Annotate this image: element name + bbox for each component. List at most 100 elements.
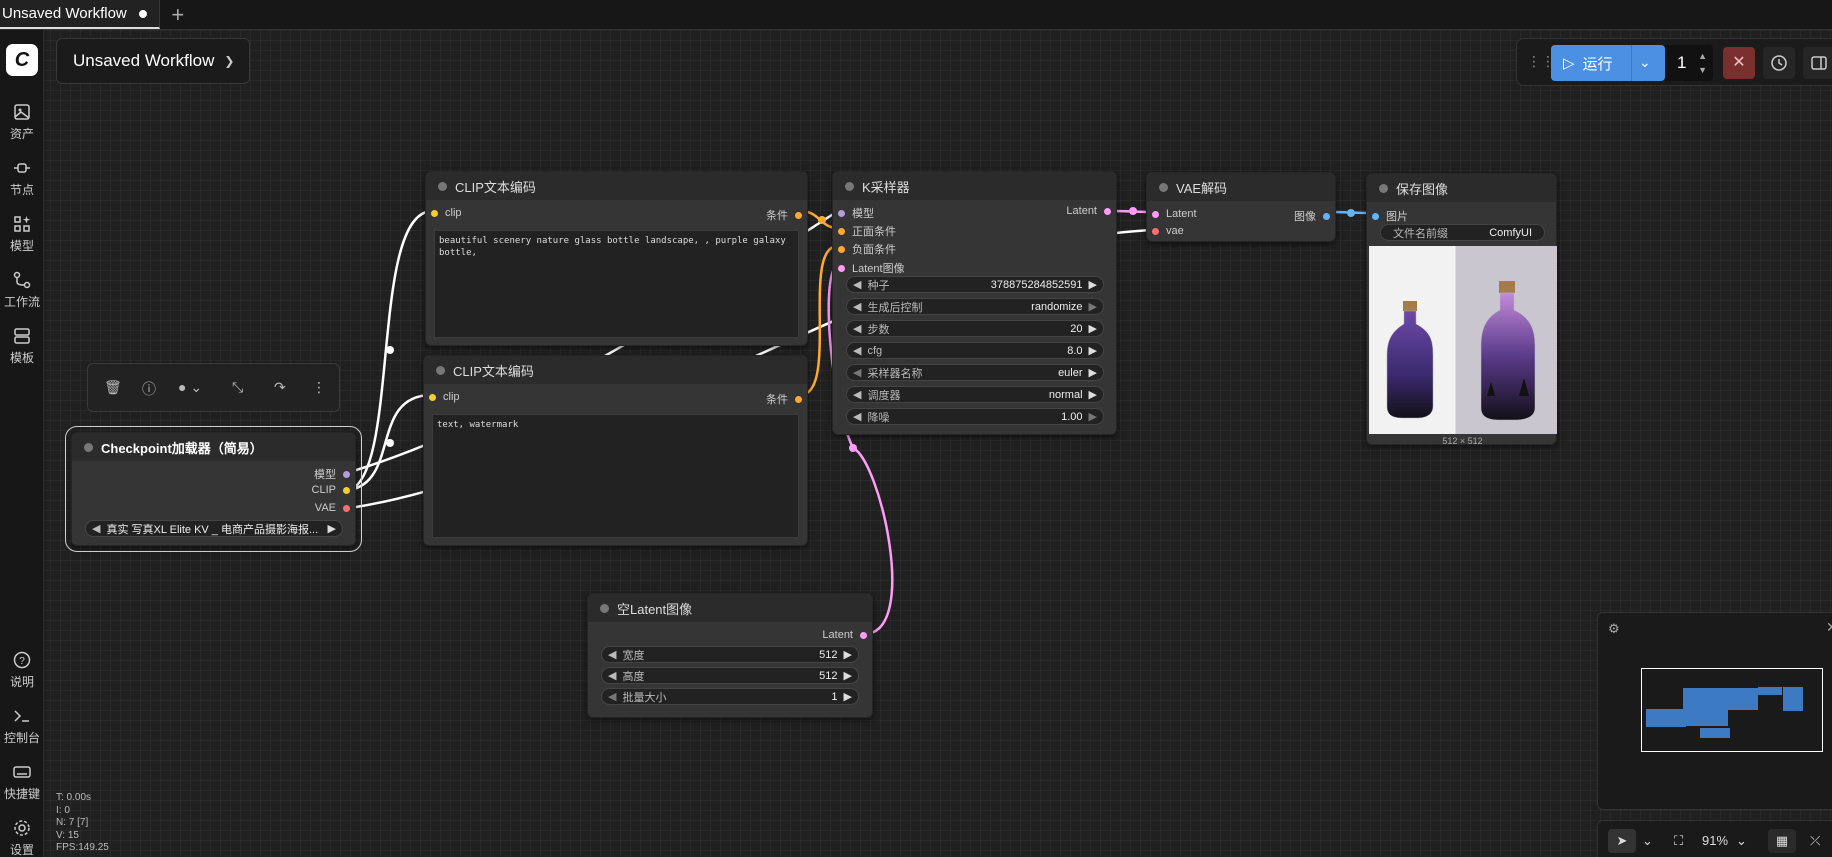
output-slot-vae[interactable]: VAE: [315, 502, 350, 514]
prompt-textarea[interactable]: text, watermark: [432, 414, 799, 538]
run-button[interactable]: ▷ 运行 ⌄: [1551, 45, 1665, 81]
sidebar-item-workflows[interactable]: 工作流: [0, 270, 44, 310]
widget-batch-size[interactable]: ◀ 批量大小 1 ▶: [601, 688, 859, 705]
collapse-dot-icon[interactable]: [436, 365, 445, 375]
zoom-level[interactable]: 91%: [1702, 833, 1728, 848]
arrow-left-icon[interactable]: ◀: [853, 322, 861, 335]
output-slot-clip[interactable]: CLIP: [312, 484, 350, 496]
widget-denoise[interactable]: ◀ 降噪 1.00 ▶: [846, 408, 1104, 425]
ckpt-name-combo[interactable]: ◀ 真实 写真XL Elite KV _ 电商产品摄影海报... ▶: [85, 520, 343, 537]
arrow-left-icon[interactable]: ◀: [853, 388, 861, 401]
output-slot-latent[interactable]: Latent: [1066, 205, 1111, 217]
select-tool-icon[interactable]: ➤: [1608, 829, 1636, 853]
bypass-icon[interactable]: ↷: [274, 379, 286, 396]
widget-width[interactable]: ◀ 宽度 512 ▶: [601, 646, 859, 663]
output-slot-conditioning[interactable]: 条件: [766, 391, 802, 407]
arrow-right-icon[interactable]: ▶: [1089, 278, 1097, 291]
collapse-dot-icon[interactable]: [84, 442, 93, 452]
node-title[interactable]: VAE解码: [1147, 173, 1335, 201]
arrow-right-icon[interactable]: ▶: [844, 648, 852, 661]
collapse-icon[interactable]: ⤡: [232, 379, 243, 396]
sidebar-item-settings[interactable]: 设置: [0, 818, 44, 857]
cancel-run-button[interactable]: ✕: [1723, 47, 1755, 79]
arrow-left-icon[interactable]: ◀: [853, 410, 861, 423]
arrow-right-icon[interactable]: ▶: [1089, 366, 1097, 379]
minimap-toggle-icon[interactable]: ▦: [1768, 829, 1796, 853]
info-icon[interactable]: ⓘ: [142, 379, 156, 399]
arrow-right-icon[interactable]: ▶: [328, 522, 336, 535]
more-options-icon[interactable]: ⋮: [312, 379, 326, 396]
output-slot-model[interactable]: 模型: [314, 466, 350, 482]
comfy-logo-icon[interactable]: C: [6, 44, 38, 76]
arrow-left-icon[interactable]: ◀: [853, 344, 861, 357]
minimap-panel[interactable]: ⚙ ✕: [1597, 612, 1832, 810]
increment-icon[interactable]: ▲: [1698, 51, 1707, 61]
widget-steps[interactable]: ◀ 步数 20 ▶: [846, 320, 1104, 337]
arrow-right-icon[interactable]: ▶: [844, 690, 852, 703]
prompt-textarea[interactable]: beautiful scenery nature glass bottle la…: [434, 230, 799, 338]
chevron-down-icon[interactable]: ⌄: [1642, 833, 1653, 849]
arrow-left-icon[interactable]: ◀: [608, 669, 616, 682]
decrement-icon[interactable]: ▼: [1698, 65, 1707, 75]
toggle-panel-button[interactable]: [1803, 47, 1832, 79]
node-title[interactable]: Checkpoint加载器（简易）: [72, 433, 355, 461]
arrow-right-icon[interactable]: ▶: [1089, 322, 1097, 335]
widget-control-after-generate[interactable]: ◀ 生成后控制 randomize ▶: [846, 298, 1104, 315]
minimap-settings-icon[interactable]: ⚙: [1608, 621, 1620, 637]
widget-cfg[interactable]: ◀ cfg 8.0 ▶: [846, 342, 1104, 359]
node-empty-latent-image[interactable]: 空Latent图像 Latent ◀ 宽度 512 ▶ ◀ 高度 512 ▶ ◀ 批量大小 1 ▶: [587, 593, 873, 718]
sidebar-item-nodes[interactable]: 节点: [0, 158, 44, 198]
sidebar-item-templates[interactable]: 模板: [0, 326, 44, 366]
collapse-dot-icon[interactable]: [600, 603, 609, 613]
chevron-down-icon[interactable]: ⌄: [1736, 833, 1747, 849]
arrow-left-icon[interactable]: ◀: [853, 278, 861, 291]
fit-view-icon[interactable]: ⛶: [1674, 833, 1683, 849]
node-title[interactable]: CLIP文本编码: [424, 356, 807, 384]
sidebar-item-models[interactable]: 模型: [0, 214, 44, 254]
arrow-left-icon[interactable]: ◀: [92, 522, 100, 535]
node-title[interactable]: 保存图像: [1367, 174, 1556, 202]
collapse-dot-icon[interactable]: [438, 181, 447, 191]
output-slot-latent[interactable]: Latent: [822, 629, 867, 641]
input-slot-samples[interactable]: Latent: [1152, 208, 1197, 220]
widget-height[interactable]: ◀ 高度 512 ▶: [601, 667, 859, 684]
arrow-right-icon[interactable]: ▶: [1089, 410, 1097, 423]
arrow-right-icon[interactable]: ▶: [1089, 388, 1097, 401]
arrow-left-icon[interactable]: ◀: [853, 366, 861, 379]
widget-filename-prefix[interactable]: 文件名前缀 ComfyUI: [1380, 224, 1545, 241]
sidebar-item-help[interactable]: ? 说明: [0, 650, 44, 690]
node-checkpoint-loader[interactable]: Checkpoint加载器（简易） 模型 CLIP VAE ◀ 真实 写真XL …: [65, 426, 362, 552]
input-slot-clip[interactable]: clip: [431, 207, 462, 219]
sidebar-item-console[interactable]: 控制台: [0, 706, 44, 746]
arrow-right-icon[interactable]: ▶: [1089, 300, 1097, 313]
sidebar-item-assets[interactable]: 资产: [0, 102, 44, 142]
collapse-dot-icon[interactable]: [1159, 182, 1168, 192]
collapse-dot-icon[interactable]: [1379, 183, 1388, 193]
input-slot-latent[interactable]: Latent图像: [838, 260, 905, 276]
queue-history-button[interactable]: [1763, 47, 1795, 79]
add-tab-button[interactable]: +: [160, 0, 196, 29]
output-slot-image[interactable]: 图像: [1294, 208, 1330, 224]
arrow-left-icon[interactable]: ◀: [608, 648, 616, 661]
node-title[interactable]: K采样器: [833, 172, 1116, 200]
widget-sampler-name[interactable]: ◀ 采样器名称 euler ▶: [846, 364, 1104, 381]
color-picker-icon[interactable]: ● ⌄: [178, 379, 202, 396]
output-slot-conditioning[interactable]: 条件: [766, 207, 802, 223]
link-visibility-icon[interactable]: ⤫: [1810, 833, 1820, 849]
input-slot-model[interactable]: 模型: [838, 205, 874, 221]
close-icon[interactable]: ✕: [1826, 619, 1832, 636]
arrow-right-icon[interactable]: ▶: [844, 669, 852, 682]
batch-count-input[interactable]: 1 ▲ ▼: [1665, 45, 1713, 81]
chevron-down-icon[interactable]: ⌄: [1639, 54, 1651, 71]
input-slot-clip[interactable]: clip: [429, 391, 460, 403]
widget-scheduler[interactable]: ◀ 调度器 normal ▶: [846, 386, 1104, 403]
node-ksampler[interactable]: K采样器 模型 正面条件 负面条件 Latent图像 Latent ◀ 种子 378…: [832, 171, 1117, 435]
trash-icon[interactable]: 🗑: [104, 379, 122, 396]
collapse-dot-icon[interactable]: [845, 181, 854, 191]
input-slot-vae[interactable]: vae: [1152, 225, 1184, 237]
sidebar-item-shortcuts[interactable]: 快捷键: [0, 762, 44, 802]
preview-image[interactable]: [1369, 246, 1557, 434]
node-save-image[interactable]: 保存图像 图片 文件名前缀 ComfyUI 512 × 512: [1366, 173, 1557, 446]
node-title[interactable]: CLIP文本编码: [426, 172, 807, 200]
node-clip-text-encode-negative[interactable]: CLIP文本编码 clip 条件 text, watermark: [423, 355, 808, 546]
